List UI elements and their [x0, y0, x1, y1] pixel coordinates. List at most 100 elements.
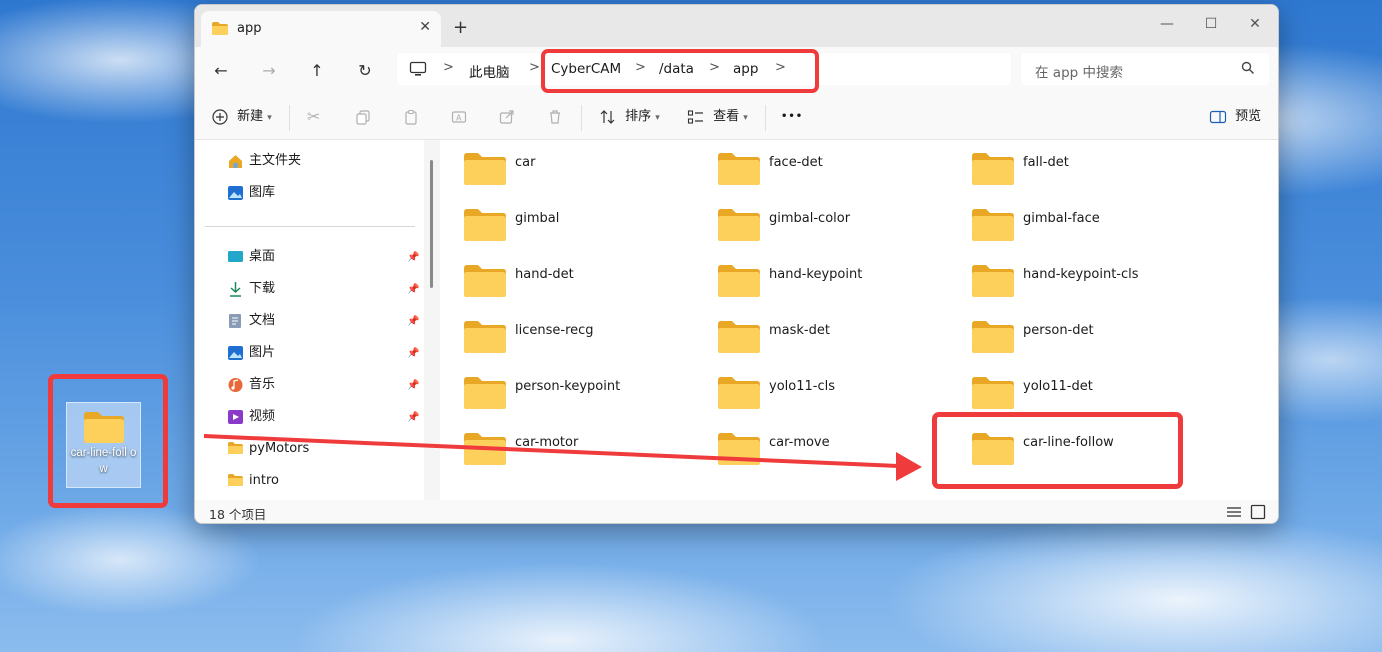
folder-name: person-det: [1023, 323, 1094, 338]
tab-close-button[interactable]: ✕: [419, 19, 431, 35]
new-button-label: 新建: [237, 109, 264, 124]
desktop-icon: [228, 251, 243, 262]
folder-item[interactable]: car-move: [695, 420, 935, 465]
folder-name: gimbal: [515, 211, 560, 226]
folder-name: person-keypoint: [515, 379, 621, 394]
folder-name: yolo11-cls: [769, 379, 835, 394]
cut-icon[interactable]: ✂: [307, 107, 320, 127]
folder-icon: [464, 321, 506, 353]
sidebar-item-label: 桌面: [249, 249, 276, 264]
folder-item[interactable]: face-det: [695, 140, 935, 185]
maximize-button[interactable]: ☐: [1191, 11, 1231, 37]
folder-item[interactable]: car-line-follow: [949, 420, 1189, 465]
tab-app[interactable]: app ✕: [201, 11, 441, 47]
home-icon: [229, 155, 242, 168]
folder-icon: [972, 433, 1014, 465]
folder-icon: [718, 153, 760, 185]
tab-title: app: [237, 21, 262, 36]
view-button-label: 查看: [713, 109, 740, 124]
share-icon[interactable]: [499, 107, 515, 127]
folder-item[interactable]: mask-det: [695, 308, 935, 353]
sidebar-item-label: 音乐: [249, 377, 276, 392]
folder-icon: [464, 433, 506, 465]
details-view-icon[interactable]: [1226, 505, 1242, 519]
folder-item[interactable]: hand-keypoint: [695, 252, 935, 297]
video-icon: [228, 410, 243, 424]
refresh-button[interactable]: ↻: [351, 59, 379, 83]
breadcrumb-this-pc[interactable]: 此电脑: [469, 61, 510, 81]
folder-item[interactable]: hand-det: [441, 252, 681, 297]
forward-button[interactable]: →: [255, 59, 283, 83]
folder-item[interactable]: fall-det: [949, 140, 1189, 185]
new-tab-button[interactable]: +: [453, 17, 468, 38]
sidebar-item-label: 主文件夹: [249, 153, 302, 168]
folder-item[interactable]: gimbal-face: [949, 196, 1189, 241]
folder-icon: [972, 321, 1014, 353]
delete-icon[interactable]: [547, 107, 563, 127]
toolbar-divider: [581, 105, 582, 131]
sort-button[interactable]: 排序 ▾: [599, 107, 660, 127]
preview-button[interactable]: 预览: [1209, 107, 1261, 127]
pin-icon: 📌: [407, 380, 420, 391]
sidebar-divider: [205, 226, 415, 227]
folder-item[interactable]: person-det: [949, 308, 1189, 353]
rename-icon[interactable]: A: [451, 107, 467, 127]
folder-item[interactable]: gimbal: [441, 196, 681, 241]
folder-name: car-motor: [515, 435, 579, 450]
search-icon: [1241, 61, 1254, 74]
up-button[interactable]: ↑: [303, 59, 331, 83]
sidebar-item-label: 视频: [249, 409, 276, 424]
minimize-button[interactable]: —: [1147, 11, 1187, 37]
sidebar-item-label: 图片: [249, 345, 276, 360]
main-content: 主文件夹 图库 桌面 📌 下载 📌 文档 📌 图片 📌 音乐 📌 视频 📌 py…: [195, 140, 1278, 500]
sort-icon: [600, 109, 615, 124]
sidebar-item-label: intro: [249, 473, 279, 488]
breadcrumb-data[interactable]: /data: [659, 61, 694, 77]
title-bar: app ✕ + — ☐ ✕: [195, 5, 1278, 47]
folder-icon: [972, 265, 1014, 297]
folder-icon: [718, 433, 760, 465]
folder-item[interactable]: yolo11-cls: [695, 364, 935, 409]
pictures-icon: [228, 346, 243, 360]
folder-icon: [718, 209, 760, 241]
pin-icon: 📌: [407, 412, 420, 423]
folder-item[interactable]: license-recg: [441, 308, 681, 353]
command-bar: 新建 ▾ ✂ A 排序 ▾ 查看 ▾ ••• 预览: [195, 95, 1278, 140]
document-icon: [229, 314, 241, 328]
view-icon: [687, 109, 703, 124]
back-button[interactable]: ←: [207, 59, 235, 83]
folder-icon: [972, 153, 1014, 185]
plus-circle-icon: [212, 108, 228, 125]
breadcrumb-cybercam[interactable]: CyberCAM: [551, 61, 621, 77]
folder-item[interactable]: gimbal-color: [695, 196, 935, 241]
address-bar[interactable]: > 此电脑 > CyberCAM > /data > app >: [397, 53, 1011, 85]
chevron-down-icon: ▾: [267, 113, 272, 123]
folder-icon: [464, 153, 506, 185]
close-button[interactable]: ✕: [1235, 11, 1275, 37]
folder-icon: [83, 412, 124, 443]
new-button[interactable]: 新建 ▾: [211, 107, 272, 127]
svg-text:A: A: [456, 113, 462, 122]
tiles-view-icon[interactable]: [1250, 504, 1266, 520]
paste-icon[interactable]: [403, 107, 419, 127]
search-box[interactable]: 在 app 中搜索: [1021, 53, 1269, 85]
desktop-folder-icon[interactable]: car-line-foll ow: [66, 402, 141, 488]
folder-item[interactable]: car: [441, 140, 681, 185]
more-options-button[interactable]: •••: [781, 107, 803, 127]
folder-item[interactable]: hand-keypoint-cls: [949, 252, 1189, 297]
copy-icon[interactable]: [355, 107, 371, 127]
breadcrumb-separator: >: [709, 60, 720, 75]
chevron-down-icon: ▾: [655, 113, 660, 123]
sidebar-item-label: pyMotors: [249, 441, 310, 456]
folder-item[interactable]: person-keypoint: [441, 364, 681, 409]
navigation-pane-scrollbar[interactable]: [430, 160, 433, 288]
folder-item[interactable]: car-motor: [441, 420, 681, 465]
preview-button-label: 预览: [1235, 109, 1262, 124]
view-button[interactable]: 查看 ▾: [687, 107, 748, 127]
folder-item[interactable]: yolo11-det: [949, 364, 1189, 409]
status-bar: 18 个项目: [195, 500, 1278, 523]
breadcrumb-app[interactable]: app: [733, 61, 758, 77]
folder-icon: [212, 22, 228, 35]
pin-icon: 📌: [407, 348, 420, 359]
folder-icon: [972, 209, 1014, 241]
